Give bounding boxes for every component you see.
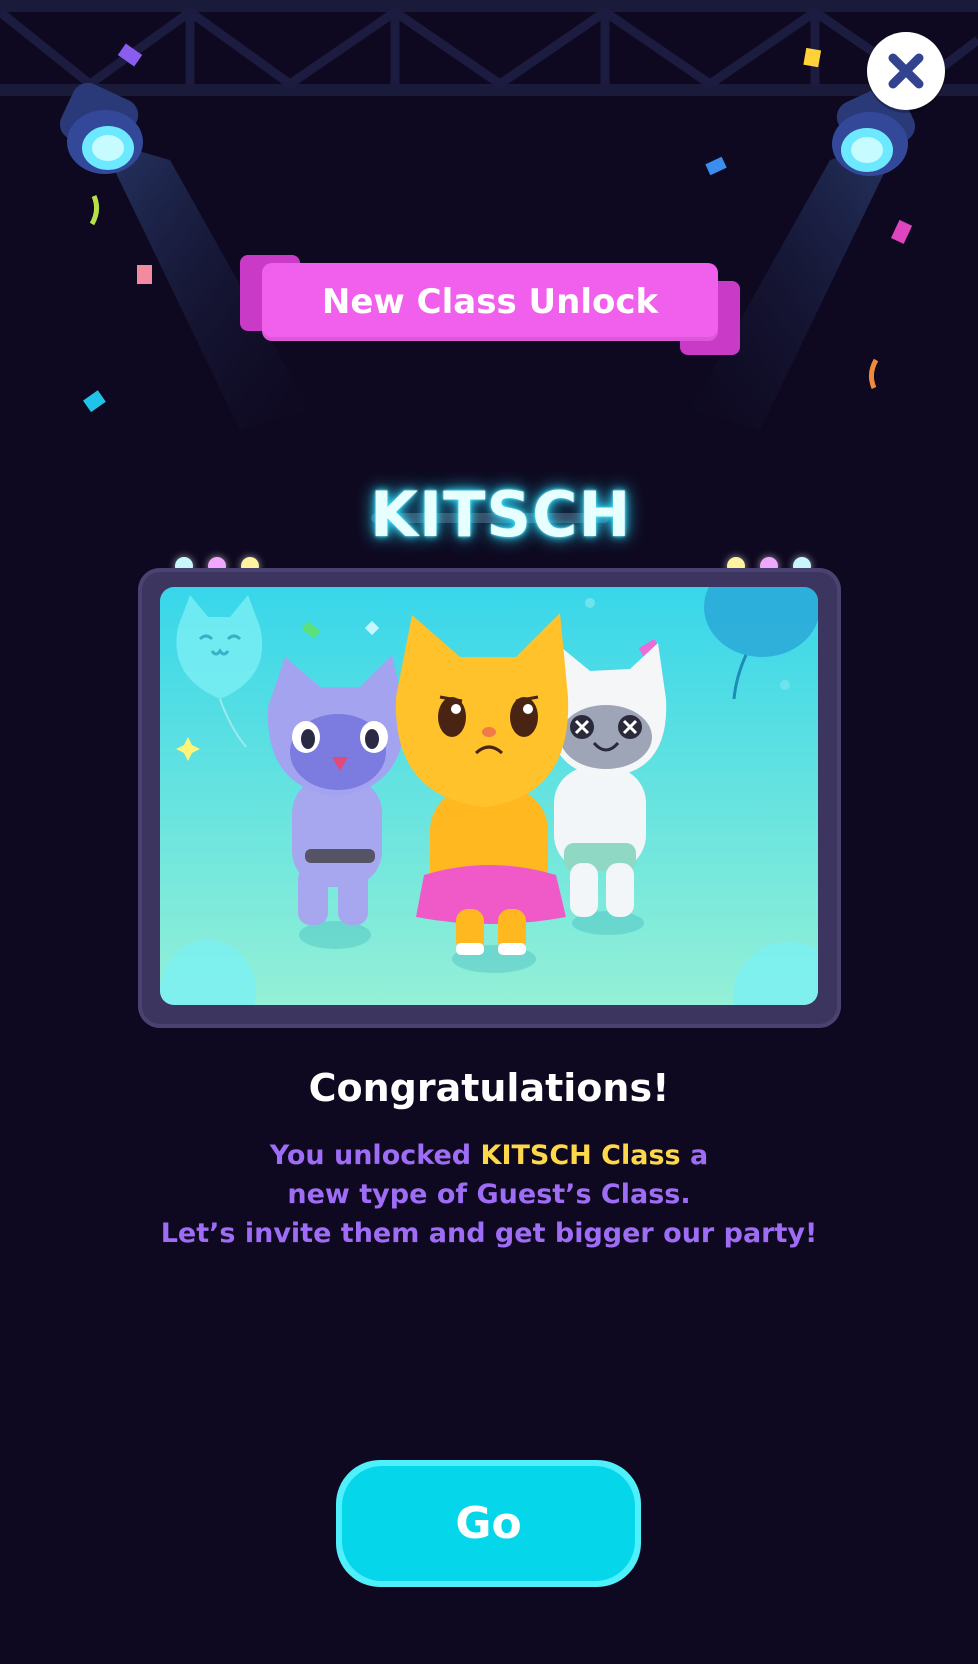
class-illustration-panel [160,587,818,1005]
confetti-cyan [83,390,106,413]
confetti-orange [868,358,879,389]
confetti-yellow [803,47,822,68]
congratulations-message: Congratulations! You unlocked KITSCH Cla… [0,1066,978,1253]
new-class-unlock-banner: New Class Unlock [240,255,740,355]
congratulations-title: Congratulations! [308,1066,670,1110]
close-x-icon [888,53,924,89]
description-line-3: Let’s invite them and get bigger our par… [160,1218,818,1249]
class-name-highlight: KITSCH Class [480,1140,681,1171]
description-suffix: a [680,1140,709,1171]
confetti-blue [705,156,727,176]
confetti-green [89,195,100,226]
description-line-1: You unlocked KITSCH Class a [0,1136,978,1175]
go-button[interactable]: Go [336,1460,641,1587]
go-button-label: Go [342,1466,635,1581]
three-cat-guests-illustration [160,587,818,1005]
confetti-purple [117,43,143,67]
unlock-description: You unlocked KITSCH Class a new type of … [0,1136,978,1253]
description-prefix: You unlocked [269,1140,481,1171]
class-name-title: KITSCH [370,478,632,551]
left-spotlight-icon [59,82,143,174]
class-name-sign: KITSCH [370,478,632,558]
confetti-magenta [891,219,913,244]
close-button[interactable] [867,32,945,110]
banner-title: New Class Unlock [262,263,718,341]
confetti-pink [137,265,152,284]
description-line-2: new type of Guest’s Class. [287,1179,691,1210]
